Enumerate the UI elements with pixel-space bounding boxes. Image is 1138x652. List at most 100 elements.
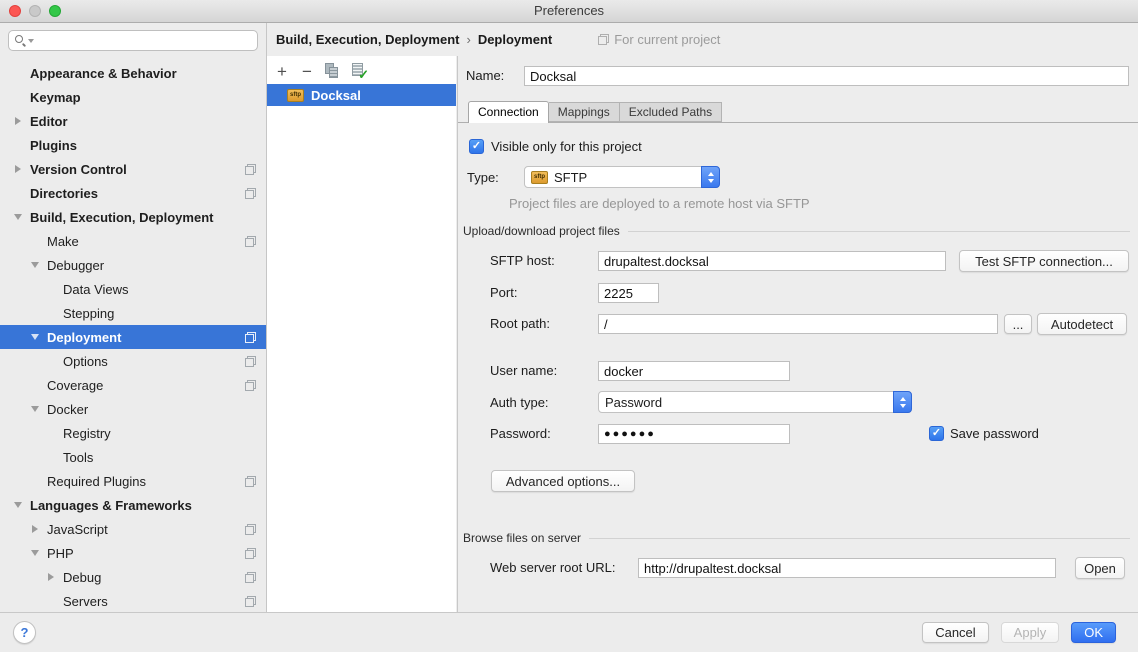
sidebar-item-directories[interactable]: Directories: [0, 181, 266, 205]
tab-bar: Connection Mappings Excluded Paths: [468, 101, 722, 123]
auth-type-dropdown[interactable]: Password: [598, 391, 912, 413]
help-button[interactable]: ?: [13, 621, 36, 644]
root-path-input[interactable]: [598, 314, 998, 334]
search-icon: [15, 35, 26, 46]
sidebar-item-debugger[interactable]: Debugger: [0, 253, 266, 277]
per-project-icon: [245, 164, 256, 175]
web-root-label: Web server root URL:: [490, 558, 615, 578]
sidebar-item-make[interactable]: Make: [0, 229, 266, 253]
sidebar-item-coverage[interactable]: Coverage: [0, 373, 266, 397]
close-window-button[interactable]: [9, 5, 21, 17]
auth-type-value: Password: [605, 395, 662, 410]
expand-arrow-icon[interactable]: [15, 165, 21, 173]
open-url-button[interactable]: Open: [1075, 557, 1125, 579]
tab-mappings[interactable]: Mappings: [549, 102, 620, 122]
search-filter-chevron-icon[interactable]: [28, 39, 34, 43]
per-project-icon: [245, 548, 256, 559]
type-helper-text: Project files are deployed to a remote h…: [509, 197, 810, 210]
web-root-input[interactable]: [638, 558, 1056, 578]
collapse-arrow-icon[interactable]: [31, 406, 39, 412]
per-project-icon: [245, 476, 256, 487]
sidebar-item-required-plugins[interactable]: Required Plugins: [0, 469, 266, 493]
auth-type-label: Auth type:: [490, 392, 549, 414]
collapse-arrow-icon[interactable]: [14, 502, 22, 508]
sidebar-item-build-execution-deployment[interactable]: Build, Execution, Deployment: [0, 205, 266, 229]
sidebar-item-stepping[interactable]: Stepping: [0, 301, 266, 325]
breadcrumb-separator-icon: ›: [466, 32, 470, 47]
password-input[interactable]: [598, 424, 790, 444]
server-list-panel: + − ✓ sftp Docksal: [267, 56, 456, 612]
tab-connection[interactable]: Connection: [468, 101, 549, 123]
breadcrumb-page: Deployment: [478, 32, 552, 47]
settings-tree: Appearance & Behavior Keymap Editor Plug…: [0, 61, 266, 613]
sidebar-item-plugins[interactable]: Plugins: [0, 133, 266, 157]
collapse-arrow-icon[interactable]: [31, 334, 39, 340]
tab-excluded-paths[interactable]: Excluded Paths: [620, 102, 722, 122]
apply-button: Apply: [1001, 622, 1060, 643]
user-name-label: User name:: [490, 361, 557, 381]
server-list-item-docksal[interactable]: sftp Docksal: [267, 84, 456, 106]
main-content: Build, Execution, Deployment › Deploymen…: [267, 23, 1138, 612]
window-titlebar: Preferences: [0, 0, 1138, 23]
section-rule: [628, 231, 1130, 232]
type-label: Type:: [467, 167, 499, 189]
per-project-icon: [245, 572, 256, 583]
per-project-icon: [245, 524, 256, 535]
per-project-icon: [245, 332, 256, 343]
copy-server-icon[interactable]: [325, 63, 340, 79]
name-input[interactable]: [524, 66, 1129, 86]
preferences-window: Preferences Appearance & Behavior Keymap…: [0, 0, 1138, 652]
sidebar-item-javascript[interactable]: JavaScript: [0, 517, 266, 541]
sidebar-item-editor[interactable]: Editor: [0, 109, 266, 133]
sidebar-item-deployment[interactable]: Deployment: [0, 325, 266, 349]
save-password-checkbox[interactable]: ✓: [929, 426, 944, 441]
server-list-toolbar: + − ✓: [267, 56, 456, 82]
name-label: Name:: [466, 66, 504, 86]
expand-arrow-icon[interactable]: [32, 525, 38, 533]
sidebar-item-servers[interactable]: Servers: [0, 589, 266, 613]
remove-server-button[interactable]: −: [300, 64, 314, 79]
connection-form-panel: Name: Connection Mappings Excluded Paths…: [457, 56, 1138, 612]
sidebar-item-docker[interactable]: Docker: [0, 397, 266, 421]
sidebar-item-version-control[interactable]: Version Control: [0, 157, 266, 181]
sidebar-item-appearance-behavior[interactable]: Appearance & Behavior: [0, 61, 266, 85]
zoom-window-button[interactable]: [49, 5, 61, 17]
expand-arrow-icon[interactable]: [48, 573, 54, 581]
visible-only-checkbox[interactable]: ✓: [469, 139, 484, 154]
add-server-button[interactable]: +: [275, 64, 289, 79]
sidebar-item-registry[interactable]: Registry: [0, 421, 266, 445]
cancel-button[interactable]: Cancel: [922, 622, 988, 643]
collapse-arrow-icon[interactable]: [14, 214, 22, 220]
dialog-footer: ? Cancel Apply OK: [0, 612, 1138, 652]
expand-arrow-icon[interactable]: [15, 117, 21, 125]
per-project-icon: [245, 380, 256, 391]
collapse-arrow-icon[interactable]: [31, 550, 39, 556]
collapse-arrow-icon[interactable]: [31, 262, 39, 268]
sftp-type-icon: sftp: [287, 89, 304, 102]
server-name: Docksal: [311, 88, 361, 103]
sftp-host-input[interactable]: [598, 251, 946, 271]
sidebar-item-languages-frameworks[interactable]: Languages & Frameworks: [0, 493, 266, 517]
test-sftp-connection-button[interactable]: Test SFTP connection...: [959, 250, 1129, 272]
sidebar-item-php[interactable]: PHP: [0, 541, 266, 565]
ok-button[interactable]: OK: [1071, 622, 1116, 643]
minimize-window-button[interactable]: [29, 5, 41, 17]
type-dropdown[interactable]: sftp SFTP: [524, 166, 720, 188]
port-input[interactable]: [598, 283, 659, 303]
user-name-input[interactable]: [598, 361, 790, 381]
upload-section-header: Upload/download project files: [463, 224, 1130, 238]
settings-sidebar: Appearance & Behavior Keymap Editor Plug…: [0, 23, 267, 612]
use-as-default-icon[interactable]: ✓: [351, 63, 368, 79]
advanced-options-button[interactable]: Advanced options...: [491, 470, 635, 492]
sidebar-item-tools[interactable]: Tools: [0, 445, 266, 469]
autodetect-button[interactable]: Autodetect: [1037, 313, 1127, 335]
port-label: Port:: [490, 283, 517, 303]
sidebar-item-data-views[interactable]: Data Views: [0, 277, 266, 301]
sidebar-item-debug[interactable]: Debug: [0, 565, 266, 589]
per-project-icon: [245, 188, 256, 199]
type-value: SFTP: [554, 170, 587, 185]
sidebar-item-options[interactable]: Options: [0, 349, 266, 373]
sidebar-item-keymap[interactable]: Keymap: [0, 85, 266, 109]
browse-root-path-button[interactable]: ...: [1004, 314, 1032, 334]
settings-search-input[interactable]: [8, 30, 258, 51]
